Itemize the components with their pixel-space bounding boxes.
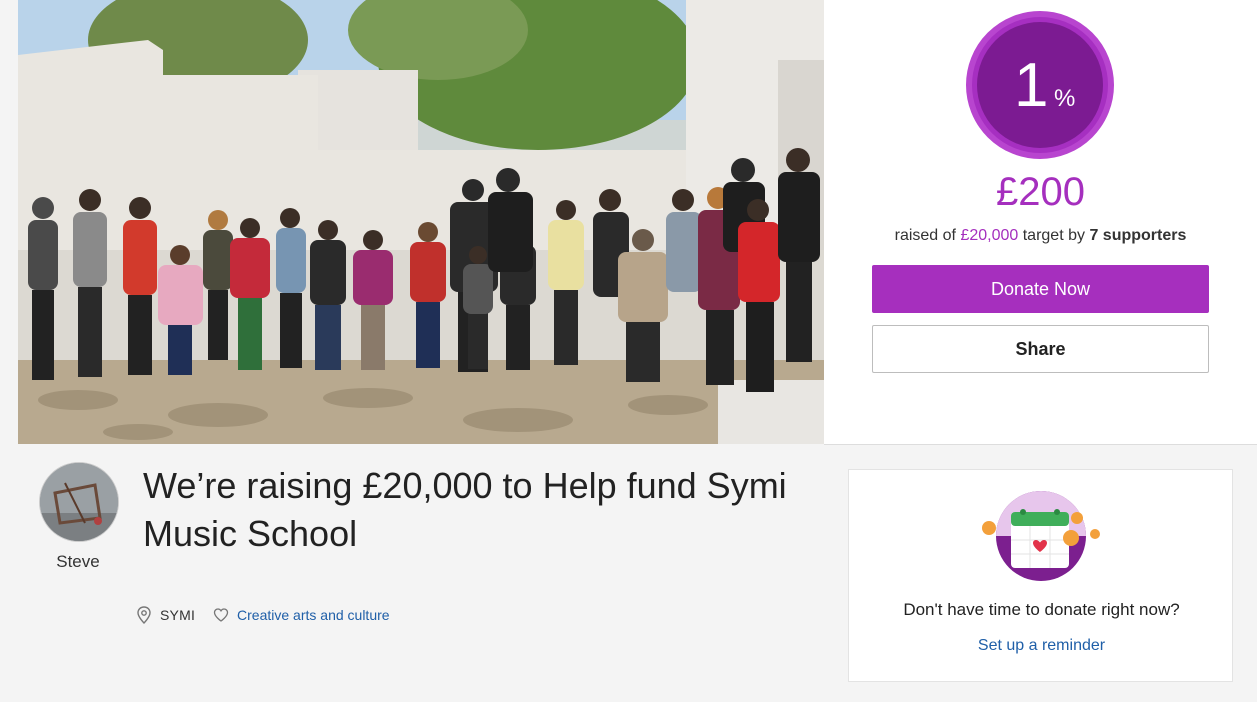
category-link[interactable]: Creative arts and culture <box>237 607 390 623</box>
heart-icon <box>213 607 229 623</box>
target-suffix: target by <box>1022 227 1085 244</box>
supporters-count: 7 supporters <box>1089 227 1187 244</box>
campaign-hero-photo <box>18 0 824 444</box>
progress-ring: 1 % <box>966 11 1114 159</box>
location-pin-icon <box>136 606 152 624</box>
donate-now-button[interactable]: Donate Now <box>872 265 1209 313</box>
donation-panel: 1 % £200 raised of £20,000 target by 7 s… <box>824 0 1257 445</box>
owner-name[interactable]: Steve <box>39 552 117 572</box>
reminder-question: Don't have time to donate right now? <box>903 600 1180 619</box>
campaign-meta: SYMI Creative arts and culture <box>136 605 390 625</box>
campaign-location: SYMI <box>160 607 196 623</box>
raised-summary: raised of £20,000 target by 7 supporters <box>824 227 1257 245</box>
set-up-reminder-link[interactable]: Set up a reminder <box>849 637 1234 655</box>
avatar-image <box>40 463 118 541</box>
reminder-card: Don't have time to donate right now? Set… <box>848 469 1233 682</box>
percent-symbol: % <box>1054 85 1076 112</box>
raised-prefix: raised of <box>894 227 956 244</box>
target-amount: £20,000 <box>960 227 1019 244</box>
amount-raised: £200 <box>996 170 1085 214</box>
calendar-icon <box>975 490 1105 590</box>
share-button[interactable]: Share <box>872 325 1209 373</box>
avatar[interactable] <box>39 462 119 542</box>
progress-percent: 1 <box>1014 51 1049 120</box>
campaign-title: We’re raising £20,000 to Help fund Symi … <box>143 465 787 554</box>
